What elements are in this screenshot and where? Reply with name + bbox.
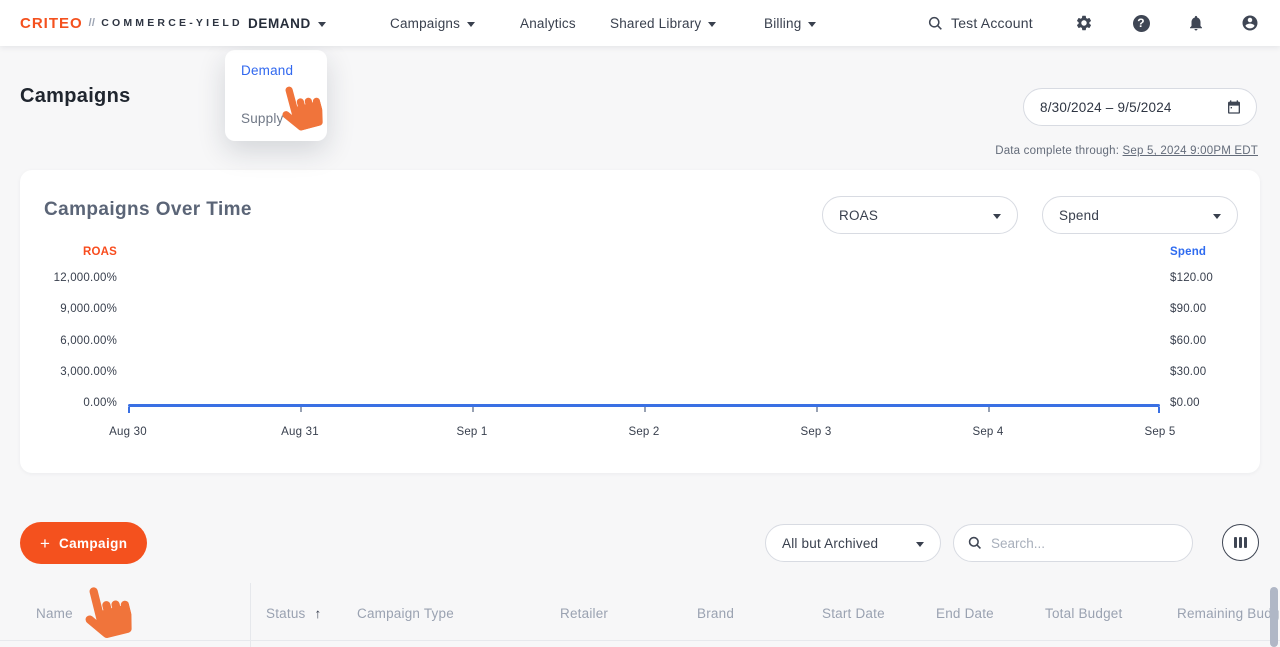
logo-brand-text: CRITEO xyxy=(20,14,83,32)
nav-billing-label: Billing xyxy=(764,15,802,31)
campaigns-over-time-card: Campaigns Over Time ROAS Spend ROAS 12,0… xyxy=(20,170,1260,473)
data-complete-prefix: Data complete through: xyxy=(995,145,1120,157)
chevron-down-icon xyxy=(317,21,326,27)
notifications-button[interactable] xyxy=(1182,0,1210,46)
axis-tick-mark xyxy=(644,407,646,412)
user-menu-button[interactable] xyxy=(1236,0,1264,46)
user-circle-icon xyxy=(1242,15,1258,31)
chevron-down-icon xyxy=(916,541,924,547)
left-axis-tick: 12,000.00% xyxy=(53,272,117,284)
nav-shared-library-dropdown[interactable]: Shared Library xyxy=(610,0,717,46)
help-button[interactable]: ? xyxy=(1127,0,1155,46)
column-header-brand[interactable]: Brand xyxy=(697,606,734,621)
x-axis-label: Sep 5 xyxy=(1144,426,1176,438)
question-circle-icon: ? xyxy=(1132,14,1150,32)
new-campaign-label: Campaign xyxy=(58,535,128,551)
left-axis-tick: 0.00% xyxy=(83,397,117,409)
gear-icon xyxy=(1076,15,1092,31)
calendar-icon xyxy=(1228,100,1240,114)
axis-tick-mark xyxy=(128,407,130,413)
account-name-label: Test Account xyxy=(951,15,1033,31)
page-title: Campaigns xyxy=(20,85,131,107)
right-axis-tick: $120.00 xyxy=(1170,272,1213,284)
chevron-down-icon xyxy=(808,21,817,27)
left-axis-title: ROAS xyxy=(82,246,117,258)
column-header-campaign-type[interactable]: Campaign Type xyxy=(357,606,454,621)
nav-demand-label: DEMAND xyxy=(248,15,311,31)
nav-campaigns-label: Campaigns xyxy=(390,15,461,31)
data-complete-link[interactable]: Sep 5, 2024 9:00PM EDT xyxy=(1123,145,1258,157)
nav-demand-dropdown[interactable]: DEMAND xyxy=(248,0,326,46)
campaign-search xyxy=(953,524,1193,562)
column-settings-button[interactable] xyxy=(1222,524,1259,561)
column-bars-icon xyxy=(1234,537,1247,548)
x-axis-label: Sep 4 xyxy=(972,426,1004,438)
table-header-border xyxy=(0,640,1280,641)
chevron-down-icon xyxy=(467,21,476,27)
criteo-logo[interactable]: CRITEO // COMMERCE-YIELD xyxy=(20,0,243,46)
nav-campaigns-dropdown[interactable]: Campaigns xyxy=(390,0,476,46)
chart-plot-area: Aug 30 Aug 31 Sep 1 Sep 2 Sep 3 Sep 4 Se… xyxy=(109,170,1175,473)
account-search[interactable]: Test Account xyxy=(928,0,1033,46)
top-navigation-bar: CRITEO // COMMERCE-YIELD DEMAND Campaign… xyxy=(0,0,1280,46)
sort-ascending-icon: ↑ xyxy=(314,606,322,621)
menu-item-demand[interactable]: Demand xyxy=(241,63,311,78)
axis-tick-mark xyxy=(471,407,474,412)
nav-shared-library-label: Shared Library xyxy=(610,15,702,31)
column-header-total-budget[interactable]: Total Budget xyxy=(1045,606,1122,621)
status-filter-value: All but Archived xyxy=(782,535,879,551)
column-header-name[interactable]: Name xyxy=(36,606,73,621)
right-axis-title: Spend xyxy=(1170,246,1207,258)
logo-separator: // xyxy=(88,17,96,29)
date-range-picker[interactable]: 8/30/2024 – 9/5/2024 xyxy=(1023,88,1257,126)
chevron-down-icon xyxy=(708,21,717,27)
status-header-label: Status xyxy=(266,606,306,621)
new-campaign-button[interactable]: + Campaign xyxy=(20,522,148,564)
column-header-start-date[interactable]: Start Date xyxy=(822,606,885,621)
nav-analytics-label: Analytics xyxy=(520,15,576,31)
campaigns-table-header: Name Status ↑ Campaign Type Retailer Bran… xyxy=(0,583,1280,647)
date-range-value: 8/30/2024 – 9/5/2024 xyxy=(1040,99,1172,115)
right-axis-tick: $60.00 xyxy=(1170,335,1207,347)
nav-analytics[interactable]: Analytics xyxy=(520,0,576,46)
vertical-scrollbar[interactable] xyxy=(1270,587,1278,647)
left-axis-tick: 9,000.00% xyxy=(60,303,117,315)
search-icon xyxy=(968,536,981,549)
right-axis-tick: $30.00 xyxy=(1170,366,1207,378)
left-axis-tick: 3,000.00% xyxy=(60,366,117,378)
x-axis-label: Aug 30 xyxy=(109,426,147,438)
x-axis-label: Aug 31 xyxy=(281,426,319,438)
column-header-retailer[interactable]: Retailer xyxy=(560,606,608,621)
x-axis-label: Sep 1 xyxy=(456,426,488,438)
x-axis-label: Sep 2 xyxy=(628,426,660,438)
settings-button[interactable] xyxy=(1070,0,1098,46)
x-axis-label: Sep 3 xyxy=(800,426,832,438)
left-axis-tick: 6,000.00% xyxy=(60,335,117,347)
status-filter-dropdown[interactable]: All but Archived xyxy=(765,524,941,562)
right-axis-tick: $0.00 xyxy=(1170,397,1200,409)
column-header-end-date[interactable]: End Date xyxy=(936,606,994,621)
search-icon xyxy=(928,16,942,30)
column-header-remaining-budget[interactable]: Remaining Budget xyxy=(1177,606,1280,621)
plus-icon: + xyxy=(40,533,50,553)
chevron-down-icon xyxy=(1213,213,1221,219)
search-input[interactable] xyxy=(991,535,1178,551)
column-header-status[interactable]: Status ↑ xyxy=(266,606,321,621)
right-axis-tick: $90.00 xyxy=(1170,303,1207,315)
axis-tick-mark xyxy=(300,407,302,412)
bell-icon xyxy=(1190,15,1202,31)
axis-tick-mark xyxy=(816,407,818,412)
app-root: CRITEO // COMMERCE-YIELD DEMAND Campaign… xyxy=(0,0,1280,647)
nav-billing-dropdown[interactable]: Billing xyxy=(764,0,817,46)
axis-tick-mark xyxy=(987,407,990,412)
logo-product-text: COMMERCE-YIELD xyxy=(101,17,243,29)
axis-tick-mark xyxy=(1158,407,1160,413)
data-complete-note: Data complete through: Sep 5, 2024 9:00P… xyxy=(995,145,1258,157)
column-divider xyxy=(250,583,251,647)
